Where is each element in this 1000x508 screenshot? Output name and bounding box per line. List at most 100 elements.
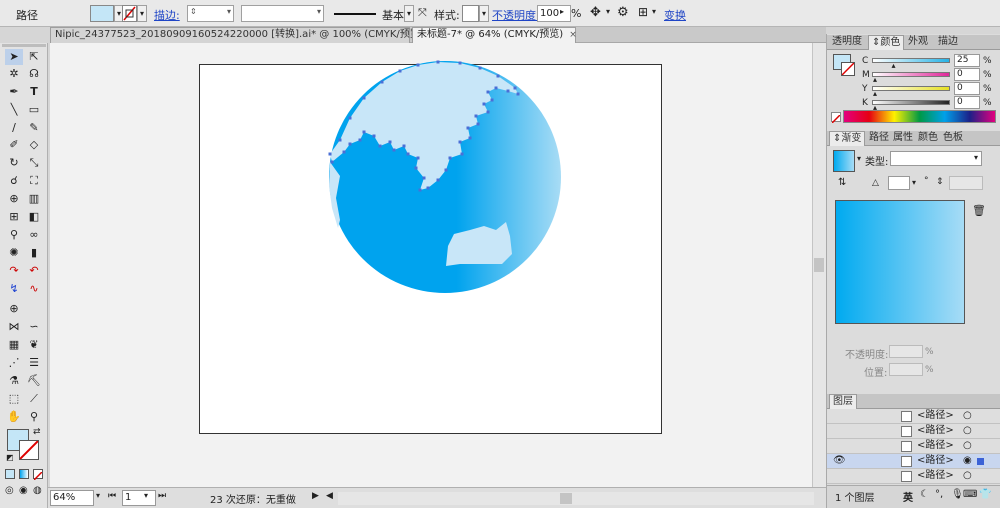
zoom-dropdown-arrow[interactable]: ▾ [96, 491, 100, 500]
align-icon[interactable]: ⊞ [638, 5, 648, 19]
anchor-point[interactable] [426, 186, 430, 190]
anchor-point[interactable] [388, 140, 392, 144]
stroke-link[interactable]: 描边: [154, 7, 180, 23]
selection-tool-icon[interactable]: ➤ [5, 49, 23, 65]
gradient-preview-dropdown[interactable]: ▾ [857, 154, 861, 163]
anchor-point[interactable] [330, 160, 334, 164]
anchor-point[interactable] [362, 96, 366, 100]
anchor-point[interactable] [414, 166, 418, 170]
anchor-point[interactable] [358, 138, 362, 142]
none-color-icon[interactable] [831, 112, 841, 124]
anchor-point[interactable] [416, 63, 420, 67]
anchor-point[interactable] [406, 152, 410, 156]
anchor-point[interactable] [460, 152, 464, 156]
opacity-link[interactable]: 不透明度: [492, 7, 540, 23]
shape-builder-tool-icon[interactable]: ⊕ [5, 191, 23, 207]
channel-k-slider[interactable]: ▴ [872, 100, 950, 112]
target-icon[interactable]: ○ [963, 425, 972, 436]
default-fill-stroke-icon[interactable]: ◩ [6, 453, 14, 462]
draw-behind-icon[interactable]: ◉ [19, 485, 28, 496]
transform-link[interactable]: 变换 [664, 7, 686, 23]
stroke-weight-field[interactable]: ⇕ ▾ [187, 5, 234, 22]
custom-tool-h-icon[interactable]: ❦ [25, 337, 43, 353]
align-dropdown-arrow[interactable]: ▾ [652, 7, 656, 16]
stroke-profile-dropdown[interactable]: ▾ [404, 5, 414, 22]
eyedropper-tool-icon[interactable]: ⚲ [5, 227, 23, 243]
custom-tool-b-icon[interactable]: ↶ [25, 263, 43, 279]
visibility-icon[interactable]: 👁 [833, 455, 846, 466]
target-icon[interactable]: ◉ [963, 455, 972, 466]
stroke-dropdown-arrow[interactable]: ▾ [137, 5, 147, 22]
custom-tool-k-icon[interactable]: ⚗ [5, 373, 23, 389]
fill-swatch[interactable] [90, 5, 114, 22]
direct-selection-tool-icon[interactable]: ⇱ [25, 49, 43, 65]
microphone-icon[interactable]: 🎙 [951, 489, 964, 500]
layer-row[interactable]: 👁 <路径> ◉ [827, 454, 1000, 469]
layer-row[interactable]: <路径> ○ [827, 439, 1000, 454]
lasso-tool-icon[interactable]: ☊ [25, 66, 43, 82]
close-icon[interactable]: × [569, 30, 577, 40]
anchor-point[interactable] [436, 60, 440, 64]
angle-field[interactable] [888, 176, 910, 190]
eraser-tool-icon[interactable]: ◇ [25, 137, 43, 153]
magic-wand-tool-icon[interactable]: ✲ [5, 66, 23, 82]
slider-marker-icon[interactable]: ▴ [892, 61, 896, 70]
zoom-tool-icon[interactable]: ⚲ [25, 409, 43, 425]
custom-tool-a-icon[interactable]: ↷ [5, 263, 23, 279]
anchor-point[interactable] [398, 69, 402, 73]
blob-brush-tool-icon[interactable]: ✐ [5, 137, 23, 153]
custom-tool-j-icon[interactable]: ☰ [25, 355, 43, 371]
pen-tool-icon[interactable]: ✒ [5, 84, 23, 100]
free-transform-tool-icon[interactable]: ⛶ [25, 173, 43, 189]
color-mode-icon[interactable] [5, 469, 15, 479]
layer-row[interactable]: <路径> ○ [827, 409, 1000, 424]
tab-swatches-color[interactable]: 颜色 [915, 131, 941, 146]
line-tool-icon[interactable]: ╲ [5, 102, 23, 118]
anchor-point[interactable] [422, 176, 426, 180]
anchor-point[interactable] [416, 156, 420, 160]
symbol-sprayer-tool-icon[interactable]: ✺ [5, 245, 23, 261]
custom-tool-e-icon[interactable]: ⋈ [5, 319, 23, 335]
custom-tool-l-icon[interactable]: ⛏ [25, 373, 43, 389]
anchor-point[interactable] [378, 144, 382, 148]
aspect-ratio-field[interactable] [949, 176, 983, 190]
status-menu-arrow[interactable]: ▶ [312, 491, 319, 501]
anchor-point[interactable] [458, 140, 462, 144]
tab-untitled-7[interactable]: 未标题-7* @ 64% (CMYK/预览) × [412, 27, 577, 43]
hand-tool-icon[interactable]: ✋ [5, 409, 23, 425]
anchor-point[interactable] [486, 110, 490, 114]
swap-fill-stroke-icon[interactable]: ⇄ [33, 427, 41, 437]
tools-grip[interactable] [2, 44, 46, 47]
artboard-dropdown-arrow[interactable]: ▾ [144, 491, 148, 500]
custom-tool-f-icon[interactable]: ∽ [25, 319, 43, 335]
anchor-point[interactable] [458, 61, 462, 65]
channel-y-field[interactable]: 0 [954, 82, 980, 95]
anchor-point[interactable] [486, 90, 490, 94]
anchor-point[interactable] [372, 134, 376, 138]
channel-k-field[interactable]: 0 [954, 96, 980, 109]
last-artboard-icon[interactable]: ⏭ [158, 491, 166, 501]
perspective-grid-tool-icon[interactable]: ▥ [25, 191, 43, 207]
gradient-type-select[interactable]: ▾ [890, 151, 982, 166]
custom-tool-i-icon[interactable]: ⋰ [5, 355, 23, 371]
gradient-tool-icon[interactable]: ◧ [25, 209, 43, 225]
document-setup-icon[interactable]: ⤧ [418, 6, 427, 20]
tab-nipic-document[interactable]: Nipic_24377523_20180909160524220000 [转换]… [50, 27, 437, 43]
tab-swatches[interactable]: 色板 [940, 131, 966, 146]
crosshair-tool-icon[interactable]: ⊕ [5, 301, 23, 317]
ime-label[interactable]: 英 [903, 489, 913, 504]
anchor-point[interactable] [478, 66, 482, 70]
slice-tool-icon[interactable]: ⟋ [25, 391, 43, 407]
scale-tool-icon[interactable]: ⤡ [25, 155, 43, 171]
anchor-point[interactable] [418, 188, 422, 192]
color-spectrum-bar[interactable] [843, 110, 996, 123]
anchor-point[interactable] [448, 156, 452, 160]
column-graph-tool-icon[interactable]: ▮ [25, 245, 43, 261]
anchor-point[interactable] [380, 80, 384, 84]
anchor-point[interactable] [466, 126, 470, 130]
anchor-point[interactable] [436, 178, 440, 182]
zoom-field[interactable]: 64% [50, 490, 94, 506]
shirt-icon[interactable]: 👕 [979, 489, 991, 500]
draw-normal-icon[interactable]: ◎ [5, 485, 14, 496]
layer-row[interactable]: <路径> ○ [827, 424, 1000, 439]
